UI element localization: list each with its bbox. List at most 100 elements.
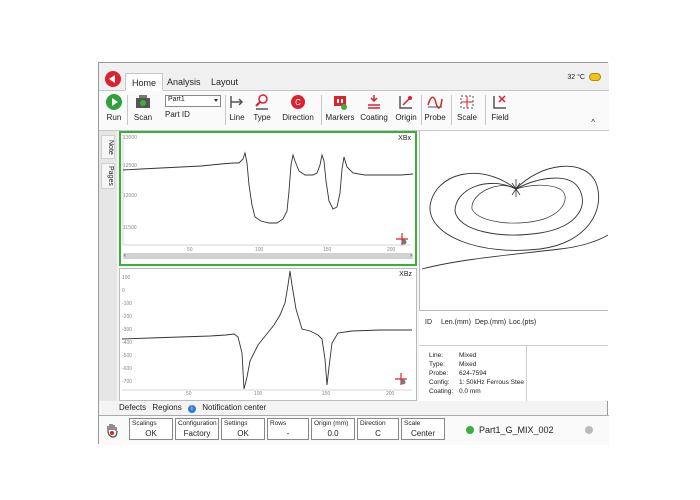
file-name: Part1_G_MIX_002: [479, 425, 554, 435]
scale-button[interactable]: Scale: [455, 93, 479, 122]
scale-icon: [460, 95, 474, 109]
x-tick: 150: [322, 391, 331, 397]
scan-label: Scan: [133, 113, 153, 122]
x-tick: 100: [254, 391, 263, 397]
x-tick: 200: [386, 391, 395, 397]
status-scale[interactable]: Scale Center: [401, 418, 445, 440]
status-origin[interactable]: Origin (mm) 0.0: [311, 418, 355, 440]
field-button[interactable]: Field: [489, 93, 511, 122]
y-tick: -400: [122, 340, 132, 346]
hand-icon[interactable]: [105, 422, 119, 438]
back-button[interactable]: [105, 71, 121, 87]
scan-button[interactable]: Scan: [131, 93, 155, 122]
origin-icon: [399, 96, 412, 109]
part-select-value: Part1: [168, 96, 185, 103]
type-button[interactable]: Type: [251, 93, 273, 122]
info-row-type: Type: Mixed: [429, 361, 477, 368]
probe-icon: [427, 96, 443, 109]
col-location: Loc.(pts): [509, 319, 537, 326]
file-status-icon: [466, 426, 474, 434]
chevron-down-icon: [214, 99, 218, 102]
scan-icon: [136, 95, 150, 108]
col-depth: Dep.(mm): [475, 319, 507, 326]
markers-icon: [334, 96, 347, 110]
xbz-signal-plot: 100 0 -100 -200 -300 -400 -500 -600 -700…: [121, 270, 412, 397]
chart-label-xbz: XBz: [399, 271, 412, 278]
tab-pages[interactable]: Pages: [101, 163, 115, 189]
y-tick: 100: [122, 275, 131, 281]
chart-xbx[interactable]: 13000 12500 12000 11500 50 100 150 200 X…: [119, 131, 417, 266]
field-icon: [493, 95, 506, 109]
info-row-coating: Coating: 0.0 mm: [429, 388, 481, 395]
x-tick: 50: [186, 391, 192, 397]
info-row-probe: Probe: 624-7594: [429, 370, 487, 377]
origin-button[interactable]: Origin: [393, 93, 419, 122]
chart-xbz[interactable]: 100 0 -100 -200 -300 -400 -500 -600 -700…: [119, 268, 417, 401]
status-bar: Scalings OK Configuration Factory Settings…: [99, 415, 609, 445]
status-direction[interactable]: Direction C: [357, 418, 399, 440]
probe-info-panel: Line: Mixed Type: Mixed Probe: 624-7594 Con…: [419, 346, 608, 401]
defect-table-header: ID Len.(mm) Dep.(mm) Loc.(pts): [419, 311, 608, 346]
direction-button[interactable]: C Direction: [281, 93, 315, 122]
collapse-ribbon-icon[interactable]: ^: [591, 118, 595, 127]
impedance-plane-plot[interactable]: [419, 131, 609, 311]
xbx-signal-line: [122, 151, 414, 224]
run-button[interactable]: Run: [103, 93, 125, 122]
y-tick: -700: [122, 379, 132, 385]
tab-note[interactable]: Note: [101, 135, 115, 159]
probe-button[interactable]: Probe: [423, 93, 447, 122]
svg-text:C: C: [295, 98, 301, 107]
origin-label: Origin: [395, 113, 417, 122]
chart-label-xbx: XBx: [398, 135, 411, 142]
direction-label: Direction: [282, 113, 314, 122]
xbx-signal-plot: 13000 12500 12000 11500 50 100 150 200: [122, 135, 414, 253]
info-table: Line: Mixed Type: Mixed Probe: 624-7594 Con…: [419, 346, 527, 401]
y-tick: 13000: [123, 135, 137, 141]
probe-label: Probe: [424, 113, 446, 122]
part-id-label: Part ID: [165, 110, 190, 119]
play-icon: [106, 94, 122, 110]
status-settings[interactable]: Settings OK: [221, 418, 265, 440]
run-label: Run: [106, 113, 122, 122]
coating-label: Coating: [360, 113, 388, 122]
y-tick: 0: [122, 288, 125, 294]
side-tabs: Note Pages: [99, 131, 117, 401]
coating-button[interactable]: Coating: [359, 93, 389, 122]
tab-notification-center[interactable]: Notification center: [202, 403, 266, 412]
y-tick: -300: [122, 327, 132, 333]
info-row-line: Line: Mixed: [429, 352, 477, 359]
crosshair-icon[interactable]: [395, 373, 407, 385]
tab-layout[interactable]: Layout: [205, 73, 244, 91]
status-configuration[interactable]: Configuration Factory: [175, 418, 219, 440]
tab-analysis[interactable]: Analysis: [161, 73, 207, 91]
xbx-scrollbar[interactable]: ‹ ›: [123, 253, 413, 259]
tab-home[interactable]: Home: [125, 73, 164, 91]
xbz-signal-line: [121, 270, 412, 390]
line-button[interactable]: Line: [227, 93, 247, 122]
info-icon: i: [187, 405, 196, 413]
battery-icon: [589, 73, 601, 81]
y-tick: -100: [122, 301, 132, 307]
y-tick: -600: [122, 366, 132, 372]
impedance-trace: [421, 165, 609, 270]
tab-defects[interactable]: Defects: [119, 403, 146, 412]
ribbon-toolbar: Run Scan Part1 Part ID Line Type C Direc…: [99, 91, 609, 131]
markers-button[interactable]: Markers: [325, 93, 355, 122]
field-label: Field: [491, 113, 509, 122]
y-tick: 12000: [123, 193, 137, 199]
y-tick: -200: [122, 314, 132, 320]
crosshair-icon[interactable]: [396, 233, 408, 245]
notification-dot-icon[interactable]: [585, 426, 593, 434]
status-scalings[interactable]: Scalings OK: [129, 418, 173, 440]
app-window: Home Analysis Layout 32 °C Run Scan Part…: [98, 62, 609, 445]
markers-label: Markers: [325, 113, 355, 122]
status-rows[interactable]: Rows -: [267, 418, 309, 440]
coating-icon: [368, 95, 380, 109]
part-select[interactable]: Part1: [165, 95, 221, 107]
tab-regions[interactable]: Regions: [152, 403, 181, 412]
y-tick: 11500: [123, 225, 137, 231]
scale-label: Scale: [456, 113, 477, 122]
direction-icon: C: [291, 95, 305, 109]
temperature-readout: 32 °C: [567, 74, 585, 81]
line-label: Line: [229, 113, 245, 122]
